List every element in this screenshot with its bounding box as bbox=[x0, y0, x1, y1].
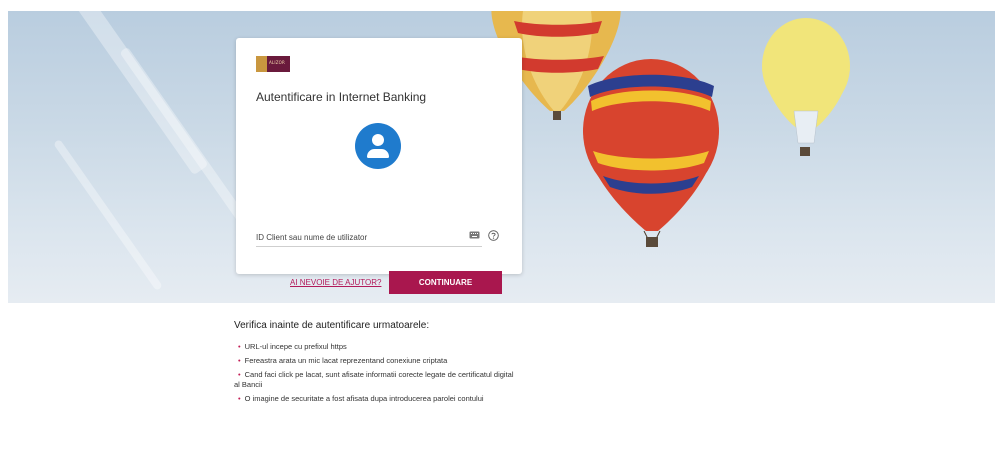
logo-text: ALIZOR bbox=[269, 60, 286, 65]
help-icon[interactable] bbox=[488, 230, 499, 241]
bullet-icon: • bbox=[238, 342, 241, 351]
verification-item: • Fereastra arata un mic lacat reprezenta… bbox=[238, 356, 448, 365]
bank-logo: ALIZOR bbox=[256, 56, 290, 72]
client-id-input[interactable] bbox=[256, 228, 482, 247]
help-link[interactable]: AI NEVOIE DE AJUTOR? bbox=[290, 278, 381, 287]
balloon-center bbox=[583, 59, 719, 247]
login-card: ALIZOR Autentificare in Internet Banking… bbox=[236, 38, 522, 294]
verification-item: • URL-ul incepe cu prefixul https bbox=[238, 342, 347, 351]
verification-list: • URL-ul incepe cu prefixul https • Fereas… bbox=[234, 342, 514, 404]
user-icon-head bbox=[372, 134, 384, 146]
verification-section: Verifica inainte de autentificare urmato… bbox=[234, 320, 514, 408]
keyboard-icon[interactable] bbox=[469, 231, 480, 239]
verification-item: • Cand faci click pe lacat, sunt afisate … bbox=[234, 370, 514, 389]
logo-mark bbox=[256, 56, 267, 72]
login-title: Autentificare in Internet Banking bbox=[256, 90, 427, 104]
bullet-icon: • bbox=[238, 394, 241, 403]
verification-heading: Verifica inainte de autentificare urmato… bbox=[234, 320, 430, 331]
user-icon-body bbox=[367, 149, 389, 158]
verification-item: • O imagine de securitate a fost afisata … bbox=[238, 394, 484, 403]
user-icon bbox=[355, 123, 401, 169]
bullet-icon: • bbox=[238, 370, 241, 379]
balloon-right bbox=[762, 18, 850, 156]
continue-button[interactable]: CONTINUARE bbox=[389, 271, 502, 294]
bullet-icon: • bbox=[238, 356, 241, 365]
